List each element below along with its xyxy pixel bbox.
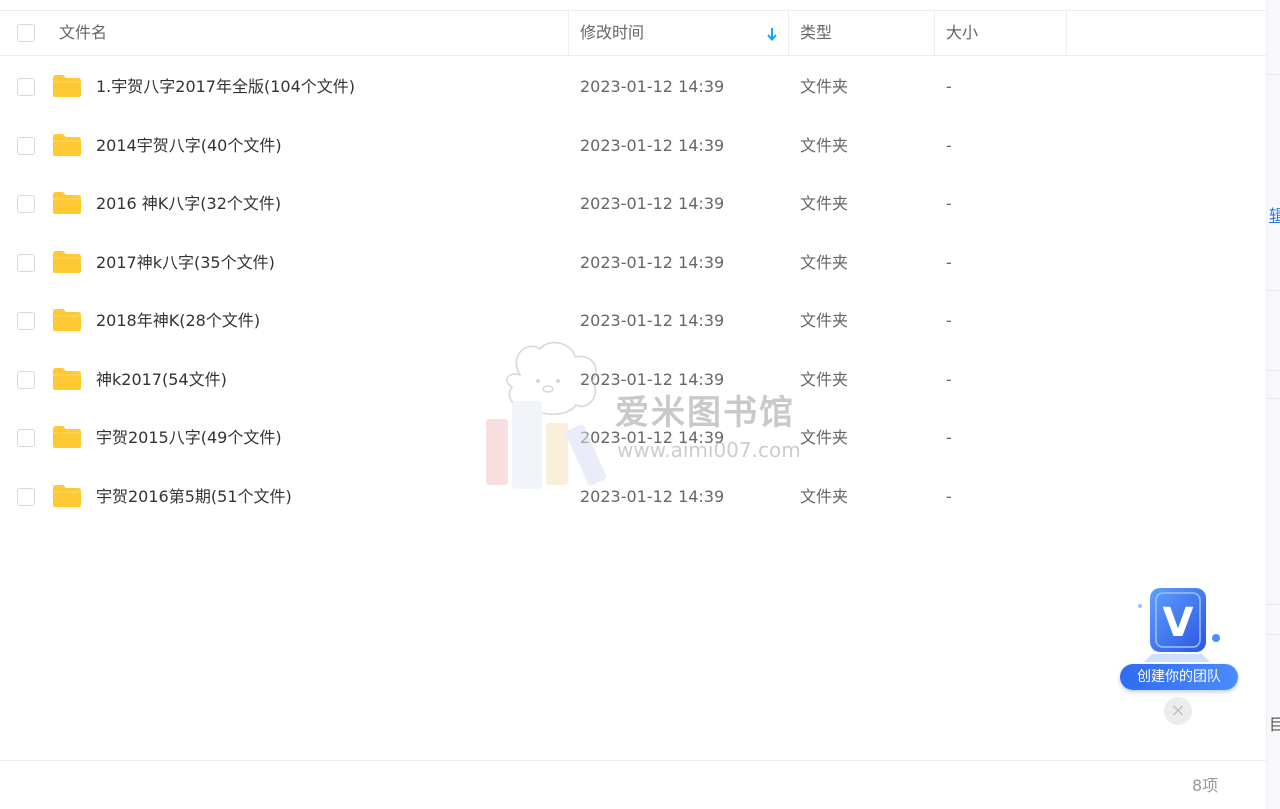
column-divider[interactable] [1066,11,1067,56]
modified-time: 2023-01-12 14:39 [580,77,725,96]
file-name[interactable]: 1.宇贺八字2017年全版(104个文件) [96,58,355,116]
folder-icon [53,192,81,214]
row-checkbox[interactable] [17,195,35,213]
modified-time: 2023-01-12 14:39 [580,136,725,155]
modified-time: 2023-01-12 14:39 [580,311,725,330]
modified-time: 2023-01-12 14:39 [580,487,725,506]
file-name[interactable]: 神k2017(54文件) [96,351,227,409]
file-size: - [946,194,952,213]
table-row[interactable]: 宇贺2015八字(49个文件) 2023-01-12 14:39 文件夹 - [0,409,1266,467]
file-size: - [946,136,952,155]
badge-letter: V [1163,600,1194,646]
edge-divider [1267,634,1280,635]
modified-time: 2023-01-12 14:39 [580,370,725,389]
edge-divider [1267,398,1280,399]
edge-divider [1267,290,1280,291]
column-header-type[interactable]: 类型 [800,11,832,55]
modified-time: 2023-01-12 14:39 [580,194,725,213]
folder-icon [53,426,81,448]
folder-icon [53,485,81,507]
create-team-button[interactable]: 创建你的团队 [1120,664,1238,690]
close-icon[interactable]: × [1164,697,1192,725]
select-all-checkbox[interactable] [17,24,35,42]
file-type: 文件夹 [800,136,849,155]
file-type: 文件夹 [800,487,849,506]
file-name[interactable]: 2018年神K(28个文件) [96,292,260,350]
modified-time: 2023-01-12 14:39 [580,253,725,272]
file-name[interactable]: 宇贺2015八字(49个文件) [96,409,282,467]
file-type: 文件夹 [800,77,849,96]
row-checkbox[interactable] [17,488,35,506]
folder-icon [53,309,81,331]
row-checkbox[interactable] [17,254,35,272]
file-size: - [946,370,952,389]
column-header-name[interactable]: 文件名 [59,11,107,55]
column-divider[interactable] [934,11,935,56]
column-header-size[interactable]: 大小 [946,11,978,55]
v-logo-icon[interactable]: V [1132,584,1222,664]
table-row[interactable]: 2014宇贺八字(40个文件) 2023-01-12 14:39 文件夹 - [0,117,1266,175]
file-list-panel: 文件名 修改时间 类型 大小 1.宇贺八字2017年全版(104个文件) 2023… [0,0,1266,809]
edge-divider [1267,74,1280,75]
table-row[interactable]: 2018年神K(28个文件) 2023-01-12 14:39 文件夹 - [0,292,1266,350]
column-header-mtime[interactable]: 修改时间 [580,11,644,55]
table-row[interactable]: 神k2017(54文件) 2023-01-12 14:39 文件夹 - [0,351,1266,409]
file-name[interactable]: 2016 神K八字(32个文件) [96,175,281,233]
edge-text: 目 [1269,711,1280,735]
file-type: 文件夹 [800,194,849,213]
create-team-widget[interactable]: V 创建你的团队 [1118,584,1242,694]
table-row[interactable]: 宇贺2016第5期(51个文件) 2023-01-12 14:39 文件夹 - [0,468,1266,526]
edge-divider [1267,604,1280,605]
item-count: 8项 [1192,776,1219,795]
arrow-down-icon[interactable] [766,26,778,42]
footer-divider [0,760,1266,761]
file-type: 文件夹 [800,253,849,272]
folder-icon [53,134,81,156]
file-size: - [946,487,952,506]
file-size: - [946,253,952,272]
file-name[interactable]: 2017神k八字(35个文件) [96,234,275,292]
file-size: - [946,311,952,330]
row-checkbox[interactable] [17,312,35,330]
row-checkbox[interactable] [17,78,35,96]
modified-time: 2023-01-12 14:39 [580,428,725,447]
table-row[interactable]: 2017神k八字(35个文件) 2023-01-12 14:39 文件夹 - [0,234,1266,292]
row-checkbox[interactable] [17,137,35,155]
column-divider[interactable] [788,11,789,56]
table-row[interactable]: 2016 神K八字(32个文件) 2023-01-12 14:39 文件夹 - [0,175,1266,233]
row-checkbox[interactable] [17,429,35,447]
file-type: 文件夹 [800,311,849,330]
file-name[interactable]: 2014宇贺八字(40个文件) [96,117,282,175]
edge-divider [1267,370,1280,371]
file-name[interactable]: 宇贺2016第5期(51个文件) [96,468,292,526]
table-row[interactable]: 1.宇贺八字2017年全版(104个文件) 2023-01-12 14:39 文件夹… [0,58,1266,116]
folder-icon [53,251,81,273]
file-size: - [946,428,952,447]
row-checkbox[interactable] [17,371,35,389]
side-panel-edge: 辑 目 [1266,0,1280,809]
table-header: 文件名 修改时间 类型 大小 [0,11,1266,56]
column-divider[interactable] [568,11,569,56]
folder-icon [53,75,81,97]
edge-link-text[interactable]: 辑 [1269,202,1280,226]
folder-icon [53,368,81,390]
file-size: - [946,77,952,96]
file-type: 文件夹 [800,370,849,389]
file-type: 文件夹 [800,428,849,447]
